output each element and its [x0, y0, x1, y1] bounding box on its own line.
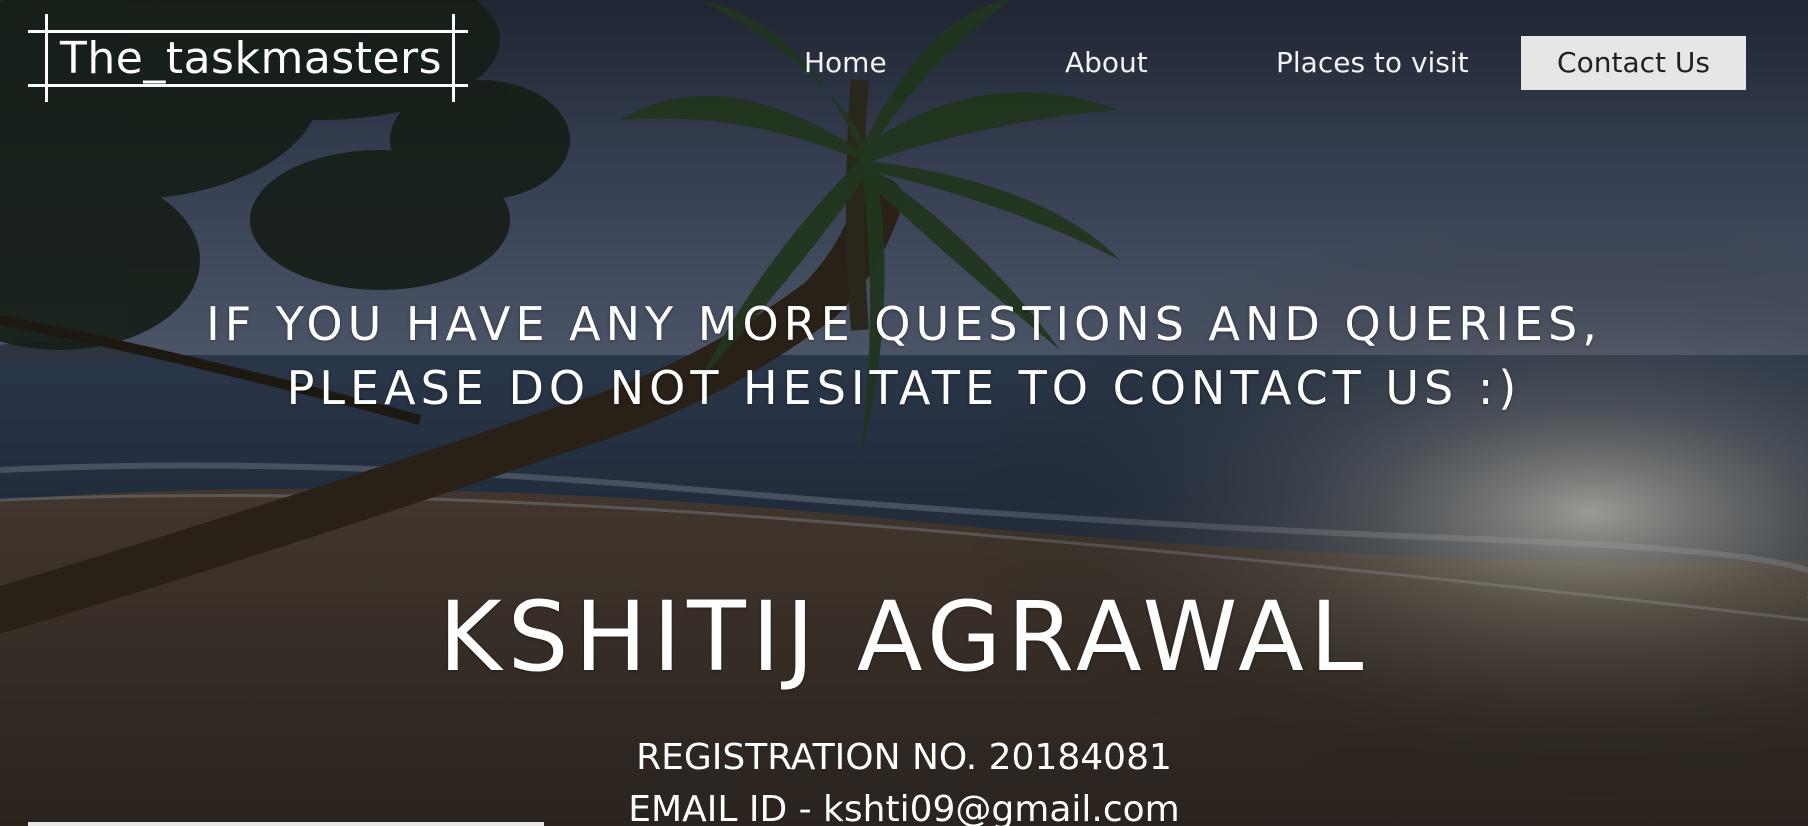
footer-divider: [28, 822, 544, 826]
contact-page: The_taskmasters Home About Places to vis…: [0, 0, 1808, 826]
nav-link-about[interactable]: About: [1065, 36, 1148, 90]
nav-link-home[interactable]: Home: [804, 36, 887, 90]
site-logo[interactable]: The_taskmasters: [28, 14, 468, 104]
logo-frame-line: [452, 14, 455, 102]
logo-text: The_taskmasters: [60, 33, 443, 84]
nav-link-places-to-visit[interactable]: Places to visit: [1276, 36, 1469, 90]
contact-name: KSHITIJ AGRAWAL: [438, 581, 1370, 693]
registration-number: REGISTRATION NO. 20184081: [636, 737, 1172, 778]
tagline-line-2: PLEASE DO NOT HESITATE TO CONTACT US :): [286, 361, 1522, 415]
email-link[interactable]: EMAIL ID - kshti09@gmail.com: [628, 789, 1179, 826]
logo-frame-line: [45, 14, 48, 102]
email-line: EMAIL ID - kshti09@gmail.com: [0, 788, 1808, 826]
tagline-line-1: IF YOU HAVE ANY MORE QUESTIONS AND QUERI…: [206, 297, 1602, 351]
nav-link-contact-us[interactable]: Contact Us: [1521, 36, 1746, 90]
contact-tagline: IF YOU HAVE ANY MORE QUESTIONS AND QUERI…: [0, 292, 1808, 420]
logo-frame-line: [28, 84, 468, 87]
